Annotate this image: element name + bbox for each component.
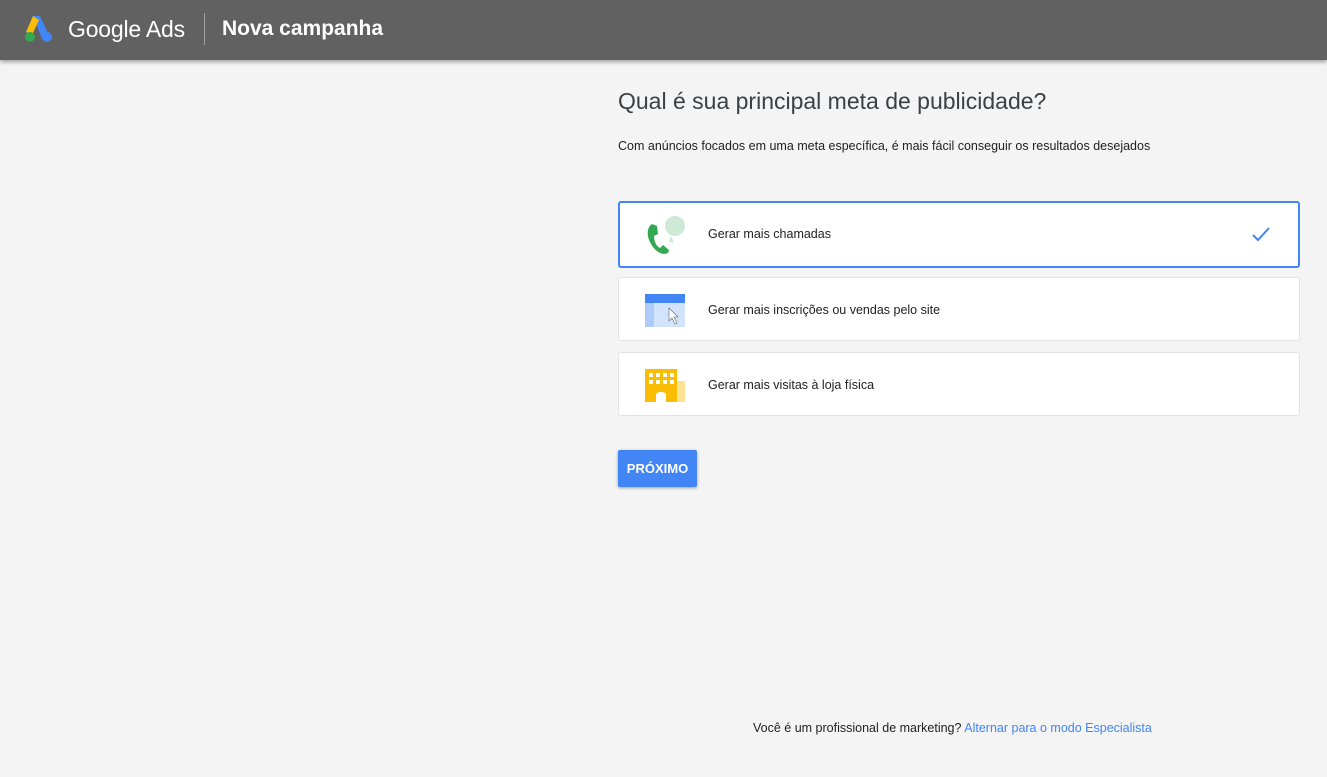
switch-expert-mode-link[interactable]: Alternar para o modo Especialista [964,721,1152,735]
top-bar: Google Ads Nova campanha [0,0,1327,60]
goal-option-label: Gerar mais chamadas [708,227,831,241]
footer-text: Você é um profissional de marketing? [753,721,962,735]
goal-option-label: Gerar mais inscrições ou vendas pelo sit… [708,303,941,317]
goal-option-website[interactable]: Gerar mais inscrições ou vendas pelo sit… [618,277,1300,341]
goal-question: Qual é sua principal meta de publicidade… [618,88,1047,114]
goal-option-calls[interactable]: Gerar mais chamadas [618,201,1300,268]
checkmark-icon [1252,227,1270,242]
next-button[interactable]: PRÓXIMO [618,450,697,487]
page-title: Nova campanha [222,17,384,40]
brand-name: Google Ads [68,16,185,42]
goal-option-label: Gerar mais visitas à loja física [708,378,875,392]
header-divider [204,13,205,45]
store-building-icon [645,369,685,402]
google-ads-logo-icon[interactable] [24,15,54,43]
phone-chat-icon [647,216,685,254]
browser-cursor-icon [645,294,685,327]
goal-subtitle: Com anúncios focados em uma meta específ… [618,139,1151,153]
expert-mode-footer: Você é um profissional de marketing? Alt… [753,719,1152,737]
goal-option-store[interactable]: Gerar mais visitas à loja física [618,352,1300,416]
